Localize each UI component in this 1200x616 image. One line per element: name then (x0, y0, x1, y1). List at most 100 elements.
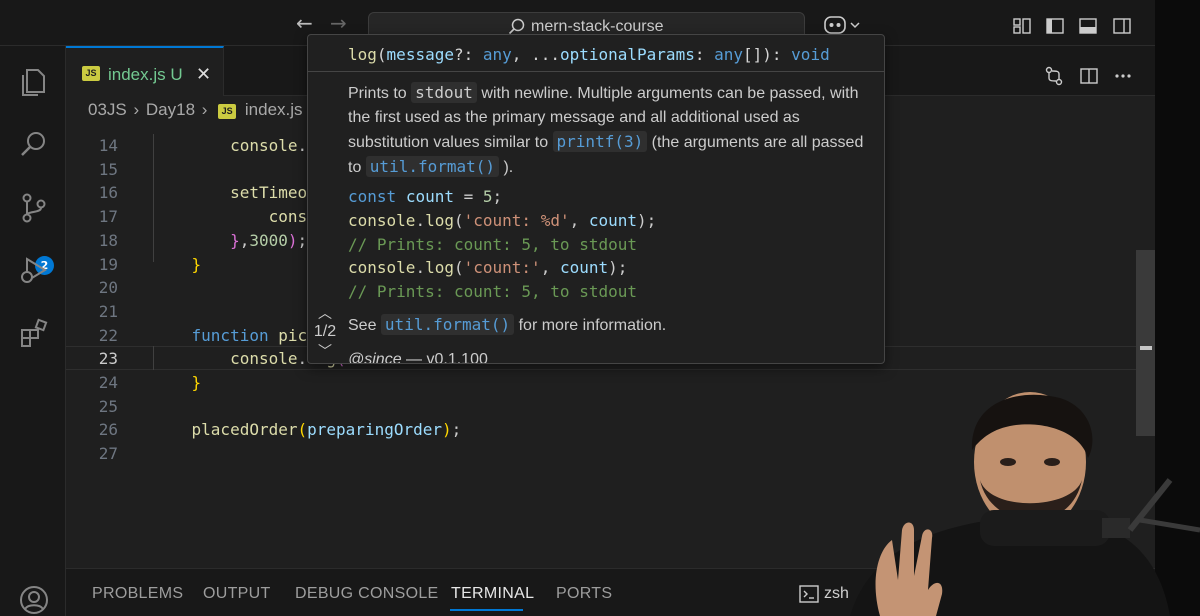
split-editor-icon[interactable] (1079, 66, 1099, 86)
line-number: 17 (98, 207, 118, 227)
tab-output[interactable]: OUTPUT (203, 585, 271, 603)
code-token: console (348, 258, 416, 278)
tab-label: index.js U (108, 65, 183, 84)
since-value: — v0.1.100 (401, 351, 488, 364)
code-token: 'count:' (463, 258, 541, 278)
hover-tooltip: log(message?: any, ...optionalParams: an… (307, 34, 885, 364)
toggle-secondary-sidebar-icon[interactable] (1112, 16, 1132, 36)
see-prefix: See (348, 317, 381, 334)
code-token: = (453, 187, 483, 206)
run-debug-icon[interactable] (18, 254, 50, 286)
accounts-icon[interactable] (18, 584, 50, 616)
code-token: const (348, 187, 397, 206)
line-number: 24 (98, 373, 118, 392)
chevron-down-icon[interactable]: ﹀ (308, 343, 342, 359)
explorer-icon[interactable] (18, 66, 50, 98)
code-token: 'count: %d' (463, 210, 570, 230)
inline-code-link[interactable]: printf(3) (552, 131, 648, 152)
back-arrow-icon[interactable]: ← (296, 13, 313, 33)
terminal-icon (799, 585, 819, 603)
line-number: 18 (98, 230, 118, 250)
since-tag: @since — v0.1.100 (348, 351, 488, 364)
code-token: function (191, 325, 269, 345)
doc-text: Prints to (348, 85, 412, 102)
search-view-icon[interactable] (18, 128, 50, 160)
example-line: // Prints: count: 5, to stdout (348, 280, 637, 304)
code-token: ) (287, 230, 298, 250)
line-number: 15 (98, 159, 118, 179)
example-line: // Prints: count: 5, to stdout (348, 233, 637, 257)
documentation-text: Prints to stdout with newline. Multiple … (348, 81, 868, 180)
code-token: , (569, 210, 589, 230)
active-tab-indicator (450, 609, 523, 611)
code-token: , (239, 230, 250, 250)
breadcrumb-separator: › (133, 100, 140, 119)
overload-pager: ︿ 1/2 ﹀ (308, 305, 342, 363)
toggle-primary-sidebar-icon[interactable] (1045, 16, 1065, 36)
code-token: 3000 (249, 230, 288, 250)
code-token: any (714, 45, 743, 64)
toggle-panel-icon[interactable] (1078, 16, 1098, 36)
code-token: ; (297, 230, 308, 250)
code-token: count (588, 210, 638, 230)
breadcrumb-item-day18[interactable]: Day18 (146, 100, 195, 119)
code-token: ); (608, 258, 628, 278)
code-token: ; (492, 187, 503, 206)
code-token: ( (453, 258, 464, 278)
line-number: 27 (98, 444, 118, 464)
code-token: , (540, 258, 560, 278)
inline-code: stdout (411, 82, 477, 103)
extensions-icon[interactable] (18, 318, 50, 350)
divider (308, 71, 884, 72)
code-token: placedOrder (191, 420, 298, 440)
code-token: ); (637, 210, 657, 230)
copilot-icon[interactable] (822, 14, 862, 36)
line-number: 23 (98, 349, 118, 369)
indent-guide (153, 134, 154, 262)
code-token: ; (451, 420, 462, 440)
inline-code-link[interactable]: util.format() (365, 156, 500, 177)
example-line: console.log('count: %d', count); (348, 209, 656, 233)
code-token: . (415, 210, 426, 230)
see-also: See util.format() for more information. (348, 314, 666, 335)
tab-problems[interactable]: PROBLEMS (92, 585, 183, 603)
code-token: preparingOrder (307, 420, 442, 440)
code-token: // Prints: count: 5, to stdout (348, 234, 637, 254)
line-code: placedOrder(preparingOrder); (153, 418, 462, 442)
line-number: 22 (98, 325, 118, 345)
open-changes-icon[interactable] (1044, 66, 1064, 86)
customize-layout-icon[interactable] (1012, 16, 1032, 36)
since-label: @since (348, 351, 402, 364)
line-code: } (153, 253, 202, 277)
forward-arrow-icon[interactable]: → (330, 13, 347, 33)
more-actions-icon[interactable] (1113, 66, 1133, 86)
code-token: 5 (482, 187, 493, 206)
javascript-file-icon: JS (218, 104, 237, 119)
util-format-link[interactable]: util.format() (380, 314, 515, 335)
code-token: } (230, 230, 240, 250)
code-token: []): (743, 45, 792, 64)
breadcrumb-item-index-js[interactable]: index.js (245, 100, 303, 119)
tab-debug-console[interactable]: DEBUG CONSOLE (295, 585, 439, 603)
tab-index-js[interactable]: JS index.js U ✕ (66, 46, 224, 96)
code-token: // Prints: count: 5, to stdout (348, 282, 637, 302)
breadcrumb-item-03js[interactable]: 03JS (88, 100, 127, 119)
tab-terminal[interactable]: TERMINAL (451, 585, 534, 603)
tab-ports[interactable]: PORTS (556, 585, 612, 603)
code-token: ?: (453, 45, 483, 64)
chevron-up-icon[interactable]: ︿ (308, 305, 342, 321)
close-icon[interactable]: ✕ (196, 64, 211, 85)
code-token: , ... (511, 45, 560, 64)
overload-count: 1/2 (313, 323, 337, 340)
line-number: 14 (98, 136, 118, 155)
code-token: message (386, 45, 454, 64)
source-control-icon[interactable] (18, 192, 50, 224)
